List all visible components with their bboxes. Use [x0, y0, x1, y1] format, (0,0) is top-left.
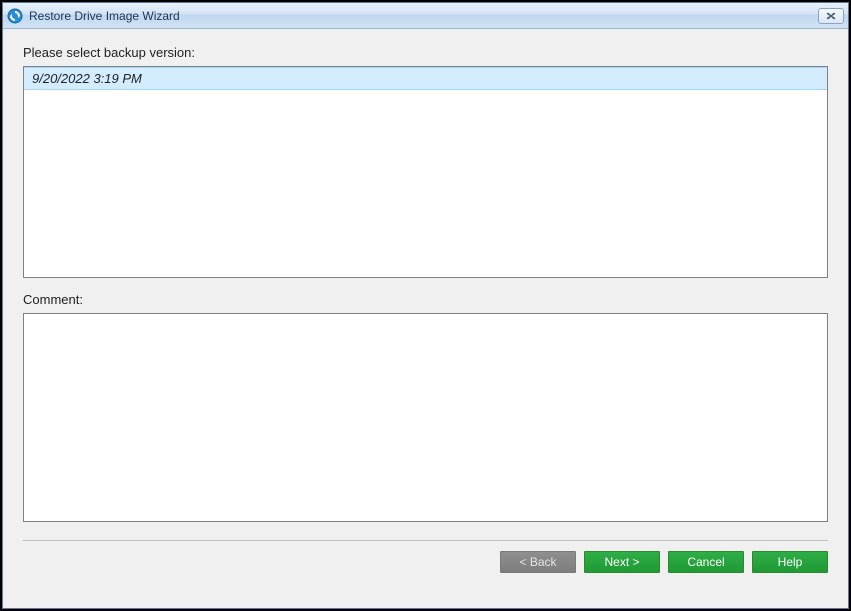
next-button[interactable]: Next > — [584, 551, 660, 573]
titlebar: Restore Drive Image Wizard — [3, 3, 848, 29]
window-close-button[interactable] — [818, 8, 844, 24]
next-button-label: Next > — [604, 555, 639, 569]
cancel-button[interactable]: Cancel — [668, 551, 744, 573]
backup-version-item[interactable]: 9/20/2022 3:19 PM — [24, 67, 827, 90]
back-button[interactable]: < Back — [500, 551, 576, 573]
backup-version-list[interactable]: 9/20/2022 3:19 PM — [23, 66, 828, 278]
help-button-label: Help — [778, 555, 803, 569]
select-backup-label: Please select backup version: — [23, 45, 828, 60]
cancel-button-label: Cancel — [687, 555, 724, 569]
backup-version-timestamp: 9/20/2022 3:19 PM — [32, 71, 142, 86]
comment-textarea[interactable] — [23, 313, 828, 522]
app-icon — [7, 8, 23, 24]
close-icon — [825, 11, 837, 21]
wizard-body: Please select backup version: 9/20/2022 … — [3, 29, 848, 608]
footer-separator — [23, 540, 828, 541]
wizard-window: Restore Drive Image Wizard Please select… — [2, 2, 849, 609]
back-button-label: < Back — [519, 555, 556, 569]
comment-label: Comment: — [23, 292, 828, 307]
button-row: < Back Next > Cancel Help — [23, 551, 828, 577]
help-button[interactable]: Help — [752, 551, 828, 573]
window-title: Restore Drive Image Wizard — [29, 9, 818, 23]
